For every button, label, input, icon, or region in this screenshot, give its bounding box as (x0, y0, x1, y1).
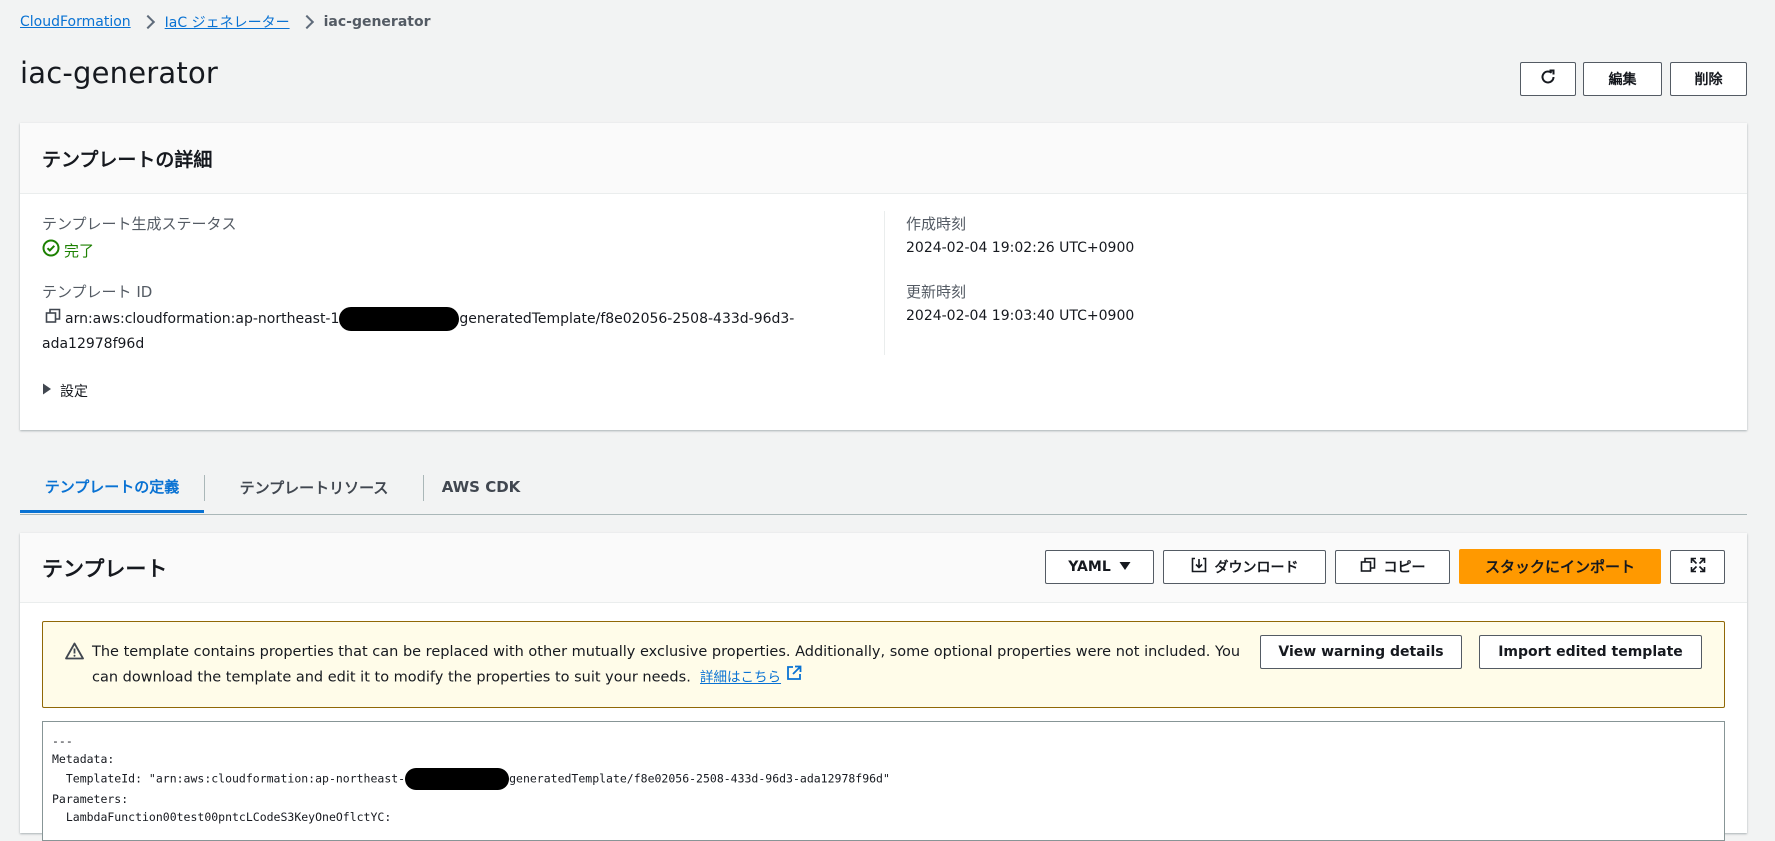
code-line: Metadata: (52, 752, 115, 766)
code-line: generatedTemplate/f8e02056-2508-433d-96d… (509, 771, 890, 786)
tab-template-definition[interactable]: テンプレートの定義 (20, 462, 204, 513)
page-title: iac-generator (20, 56, 219, 90)
tab-list: テンプレートの定義 テンプレートリソース AWS CDK (20, 462, 1747, 515)
settings-expander[interactable]: 設定 (42, 381, 88, 401)
updated-value: 2024-02-04 19:03:40 UTC+0900 (906, 308, 1135, 324)
format-select[interactable]: YAML (1045, 550, 1154, 584)
chevron-right-icon (140, 14, 155, 30)
warning-message: The template contains properties that ca… (92, 640, 1252, 691)
template-id-suffix-2: ada12978f96d (42, 336, 145, 352)
template-id-value: arn:aws:cloudformation:ap-northeast-1 gen… (42, 306, 842, 356)
chevron-right-icon (299, 14, 314, 30)
fullscreen-button[interactable] (1670, 550, 1725, 584)
caret-down-icon (1119, 559, 1131, 575)
code-line: LambdaFunction00test00pntcLCodeS3KeyOneO… (52, 810, 392, 824)
template-details-panel: テンプレートの詳細 テンプレート生成ステータス 完了 テンプレート ID arn… (20, 123, 1747, 430)
warning-alert: The template contains properties that ca… (42, 621, 1725, 708)
download-button[interactable]: ダウンロード (1163, 550, 1326, 584)
tab-aws-cdk[interactable]: AWS CDK (424, 462, 538, 512)
copy-button[interactable]: コピー (1335, 550, 1450, 584)
warning-text: The template contains properties that ca… (92, 644, 1241, 686)
learn-more-label: 詳細はこちら (700, 669, 782, 686)
copy-icon[interactable] (45, 307, 61, 331)
breadcrumb: CloudFormation IaC ジェネレーター iac-generator (20, 12, 431, 32)
copy-icon (1360, 557, 1376, 577)
import-edited-template-button[interactable]: Import edited template (1479, 635, 1702, 669)
download-icon (1191, 557, 1207, 577)
download-label: ダウンロード (1214, 560, 1299, 576)
external-link-icon[interactable] (786, 665, 802, 690)
delete-button[interactable]: 削除 (1670, 62, 1747, 96)
redaction-mark (339, 306, 460, 331)
tab-template-resources[interactable]: テンプレートリソース (205, 462, 423, 512)
template-id-suffix: generatedTemplate/f8e02056-2508-433d-96d… (459, 311, 795, 327)
code-content: --- Metadata: TemplateId: "arn:aws:cloud… (43, 722, 1724, 836)
panel-header: テンプレートの詳細 (20, 123, 1747, 194)
format-select-value: YAML (1068, 559, 1111, 575)
status-text: 完了 (64, 241, 95, 260)
panel-title: テンプレートの詳細 (42, 149, 213, 171)
settings-label: 設定 (60, 384, 88, 400)
caret-right-icon (42, 383, 52, 399)
warning-icon (65, 642, 84, 664)
panel-title: テンプレート (42, 557, 168, 581)
code-line: --- (52, 734, 73, 748)
template-code-editor[interactable]: --- Metadata: TemplateId: "arn:aws:cloud… (42, 721, 1725, 841)
import-to-stack-button[interactable]: スタックにインポート (1459, 549, 1661, 584)
copy-label: コピー (1383, 560, 1426, 576)
status-value: 完了 (42, 239, 94, 261)
refresh-icon (1539, 68, 1557, 90)
edit-button[interactable]: 編集 (1583, 62, 1662, 96)
template-id-label: テンプレート ID (42, 283, 153, 301)
status-label: テンプレート生成ステータス (42, 215, 237, 233)
fullscreen-icon (1690, 557, 1706, 577)
redaction-mark (405, 768, 510, 790)
updated-label: 更新時刻 (906, 283, 967, 301)
breadcrumb-iac-generator[interactable]: IaC ジェネレーター (165, 12, 290, 32)
breadcrumb-cloudformation[interactable]: CloudFormation (20, 14, 131, 30)
refresh-button[interactable] (1520, 62, 1576, 96)
created-value: 2024-02-04 19:02:26 UTC+0900 (906, 240, 1135, 256)
code-line: TemplateId: "arn:aws:cloudformation:ap-n… (52, 771, 406, 786)
breadcrumb-current: iac-generator (323, 14, 431, 30)
status-success-icon (42, 239, 60, 261)
created-label: 作成時刻 (906, 215, 967, 233)
template-id-prefix: arn:aws:cloudformation:ap-northeast-1 (65, 311, 340, 327)
learn-more-link[interactable]: 詳細はこちら (700, 670, 781, 686)
view-warning-details-button[interactable]: View warning details (1260, 635, 1462, 669)
code-line: Parameters: (52, 792, 129, 806)
column-divider (884, 211, 885, 355)
